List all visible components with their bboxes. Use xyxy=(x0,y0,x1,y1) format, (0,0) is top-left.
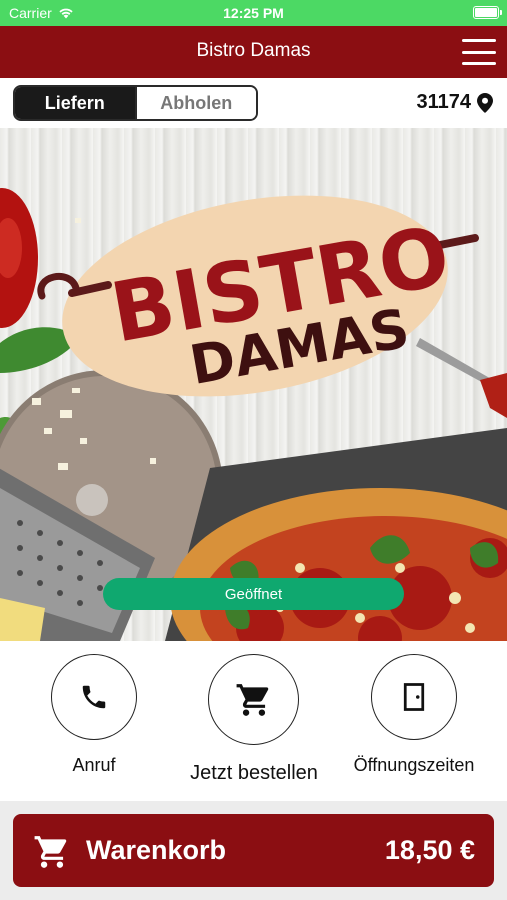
segment-abholen[interactable]: Abholen xyxy=(134,87,256,119)
cart-total: 18,50 € xyxy=(384,835,475,865)
nav-bar: Bistro Damas xyxy=(0,26,507,78)
segment-liefern[interactable]: Liefern xyxy=(15,87,135,119)
cart-button[interactable]: Warenkorb 18,50 € xyxy=(13,814,494,887)
order-now-label: Jetzt bestellen xyxy=(190,762,318,784)
opening-hours-label: Öffnungszeiten xyxy=(353,755,475,775)
status-time: 12:25 PM xyxy=(223,5,284,21)
cart-label: Warenkorb xyxy=(86,835,227,865)
nav-title: Bistro Damas xyxy=(196,40,311,61)
shopping-cart-icon xyxy=(34,836,67,868)
phone-icon xyxy=(82,685,106,709)
order-now-button[interactable] xyxy=(208,654,299,745)
call-label: Anruf xyxy=(72,755,116,775)
zip-code: 31174 xyxy=(416,91,471,113)
delivery-bar: Liefern Abholen 31174 xyxy=(0,78,507,128)
zip-code-selector[interactable]: 31174 xyxy=(416,91,493,114)
status-bar: Carrier 12:25 PM xyxy=(0,0,507,26)
cart-area: Warenkorb 18,50 € xyxy=(0,801,507,900)
hero-banner: BISTRO DAMAS Geöffnet xyxy=(0,128,507,641)
opening-hours-button[interactable] xyxy=(371,654,457,740)
call-button[interactable] xyxy=(51,654,137,740)
door-icon xyxy=(403,683,425,711)
delivery-mode-toggle: Liefern Abholen xyxy=(13,85,258,121)
battery-icon xyxy=(473,6,502,19)
action-row: Anruf Jetzt bestellen Öffnungszeiten xyxy=(0,641,507,801)
hamburger-menu-icon[interactable] xyxy=(462,39,496,65)
shopping-cart-icon xyxy=(236,683,268,716)
location-pin-icon xyxy=(477,92,493,113)
open-status-badge[interactable]: Geöffnet xyxy=(103,578,404,610)
hero-image: BISTRO DAMAS xyxy=(0,188,507,641)
